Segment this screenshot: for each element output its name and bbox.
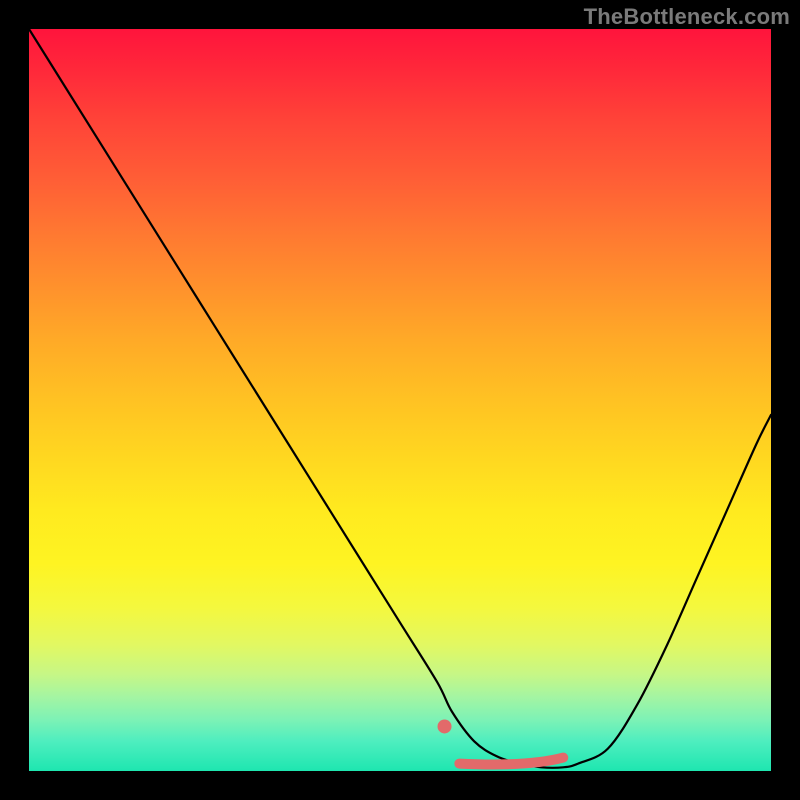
- watermark-text: TheBottleneck.com: [584, 4, 790, 30]
- highlight-dot: [438, 719, 452, 733]
- bottleneck-curve: [29, 29, 771, 768]
- highlight-segment: [459, 758, 563, 765]
- plot-area: [29, 29, 771, 771]
- chart-frame: TheBottleneck.com: [0, 0, 800, 800]
- chart-svg: [29, 29, 771, 771]
